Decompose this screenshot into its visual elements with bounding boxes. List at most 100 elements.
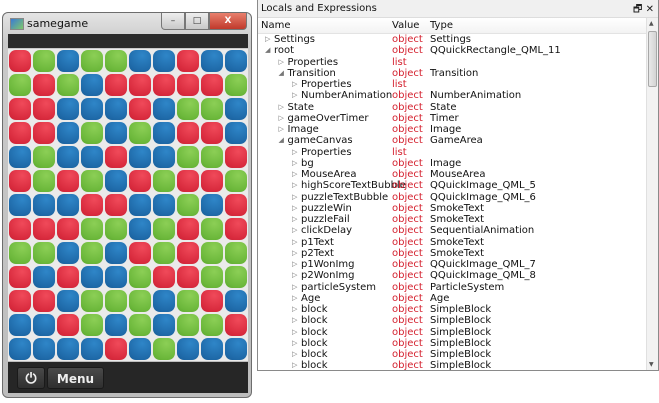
tile-blue[interactable] — [33, 314, 55, 336]
tile-red[interactable] — [9, 290, 31, 312]
tile-blue[interactable] — [153, 122, 175, 144]
tile-red[interactable] — [9, 266, 31, 288]
tile-blue[interactable] — [153, 290, 175, 312]
scroll-down-icon[interactable]: ▼ — [649, 361, 654, 368]
tile-blue[interactable] — [57, 290, 79, 312]
float-icon[interactable]: 🗗 — [633, 4, 642, 15]
tile-blue[interactable] — [81, 146, 103, 168]
tile-blue[interactable] — [57, 338, 79, 360]
tree-row[interactable]: ▷ Properties list — [258, 147, 647, 158]
tile-red[interactable] — [105, 194, 127, 216]
expand-arrow-icon[interactable]: ▷ — [292, 225, 297, 236]
tile-blue[interactable] — [81, 266, 103, 288]
tile-red[interactable] — [9, 50, 31, 72]
tree-row[interactable]: ▷ puzzleWin object SmokeText — [258, 203, 647, 214]
tree-row[interactable]: ▷ Settings object Settings — [258, 34, 647, 45]
tile-blue[interactable] — [9, 194, 31, 216]
tree-row[interactable]: ◢ gameCanvas object GameArea — [258, 135, 647, 146]
expand-arrow-icon[interactable]: ▷ — [292, 259, 297, 270]
tile-red[interactable] — [201, 74, 223, 96]
tile-red[interactable] — [153, 74, 175, 96]
tile-blue[interactable] — [9, 338, 31, 360]
tree-row[interactable]: ▷ p1Text object SmokeText — [258, 237, 647, 248]
menu-button[interactable]: Menu — [47, 367, 104, 389]
tile-red[interactable] — [33, 98, 55, 120]
tile-red[interactable] — [177, 170, 199, 192]
tile-red[interactable] — [129, 98, 151, 120]
maximize-button[interactable]: □ — [185, 13, 209, 30]
tile-blue[interactable] — [33, 338, 55, 360]
tile-blue[interactable] — [225, 50, 247, 72]
tile-red[interactable] — [225, 194, 247, 216]
tile-red[interactable] — [225, 314, 247, 336]
tree-row[interactable]: ▷ clickDelay object SequentialAnimation — [258, 225, 647, 236]
expand-arrow-icon[interactable]: ▷ — [265, 34, 270, 45]
tree-row[interactable]: ▷ p2Text object SmokeText — [258, 248, 647, 259]
tile-red[interactable] — [9, 98, 31, 120]
expand-arrow-icon[interactable]: ▷ — [292, 180, 297, 191]
tile-red[interactable] — [33, 290, 55, 312]
tile-red[interactable] — [81, 194, 103, 216]
expand-arrow-icon[interactable]: ▷ — [292, 79, 297, 90]
tile-red[interactable] — [225, 218, 247, 240]
tile-blue[interactable] — [201, 50, 223, 72]
tile-red[interactable] — [9, 218, 31, 240]
expand-arrow-icon[interactable]: ▷ — [292, 315, 297, 326]
expand-arrow-icon[interactable]: ▷ — [279, 102, 284, 113]
tree-row[interactable]: ◢ root object QQuickRectangle_QML_11 — [258, 45, 647, 56]
tile-blue[interactable] — [105, 266, 127, 288]
tile-green[interactable] — [129, 122, 151, 144]
tile-blue[interactable] — [105, 170, 127, 192]
tile-green[interactable] — [177, 146, 199, 168]
tile-green[interactable] — [153, 218, 175, 240]
tile-blue[interactable] — [57, 146, 79, 168]
tile-green[interactable] — [81, 50, 103, 72]
tile-green[interactable] — [225, 74, 247, 96]
tile-blue[interactable] — [201, 338, 223, 360]
tile-blue[interactable] — [57, 122, 79, 144]
expand-arrow-icon[interactable]: ▷ — [279, 124, 284, 135]
tile-red[interactable] — [225, 146, 247, 168]
tile-green[interactable] — [105, 218, 127, 240]
tile-blue[interactable] — [105, 242, 127, 264]
tile-blue[interactable] — [57, 194, 79, 216]
expand-arrow-icon[interactable]: ▷ — [292, 304, 297, 315]
tile-green[interactable] — [129, 314, 151, 336]
tile-blue[interactable] — [129, 194, 151, 216]
tree-row[interactable]: ▷ puzzleTextBubble object QQuickImage_QML_6 — [258, 192, 647, 203]
tree-row[interactable]: ▷ block object SimpleBlock — [258, 360, 647, 370]
power-button[interactable]: ⏻ — [17, 367, 45, 389]
tile-blue[interactable] — [9, 146, 31, 168]
scroll-up-icon[interactable]: ▲ — [649, 20, 654, 27]
tree-row[interactable]: ▷ gameOverTimer object Timer — [258, 113, 647, 124]
tree-row[interactable]: ▷ Properties list — [258, 57, 647, 68]
expand-arrow-icon[interactable]: ▷ — [292, 270, 297, 281]
tile-red[interactable] — [9, 170, 31, 192]
tree-row[interactable]: ▷ block object SimpleBlock — [258, 304, 647, 315]
tile-green[interactable] — [81, 218, 103, 240]
tile-green[interactable] — [225, 170, 247, 192]
column-name[interactable]: Name — [261, 18, 291, 33]
collapse-arrow-icon[interactable]: ◢ — [265, 45, 270, 56]
tree-row[interactable]: ▷ MouseArea object MouseArea — [258, 169, 647, 180]
tile-green[interactable] — [201, 218, 223, 240]
tree-row[interactable]: ▷ Image object Image — [258, 124, 647, 135]
tile-red[interactable] — [57, 314, 79, 336]
tile-blue[interactable] — [81, 74, 103, 96]
expand-arrow-icon[interactable]: ▷ — [292, 214, 297, 225]
tile-green[interactable] — [33, 170, 55, 192]
tile-blue[interactable] — [129, 338, 151, 360]
tile-green[interactable] — [81, 122, 103, 144]
collapse-arrow-icon[interactable]: ◢ — [279, 68, 284, 79]
tree-row[interactable]: ▷ block object SimpleBlock — [258, 327, 647, 338]
tile-green[interactable] — [81, 314, 103, 336]
tile-red[interactable] — [153, 266, 175, 288]
tile-red[interactable] — [33, 218, 55, 240]
expand-arrow-icon[interactable]: ▷ — [292, 158, 297, 169]
expand-arrow-icon[interactable]: ▷ — [292, 169, 297, 180]
tile-blue[interactable] — [153, 146, 175, 168]
expand-arrow-icon[interactable]: ▷ — [292, 237, 297, 248]
column-type[interactable]: Type — [430, 18, 453, 33]
tile-green[interactable] — [9, 74, 31, 96]
expand-arrow-icon[interactable]: ▷ — [279, 57, 284, 68]
